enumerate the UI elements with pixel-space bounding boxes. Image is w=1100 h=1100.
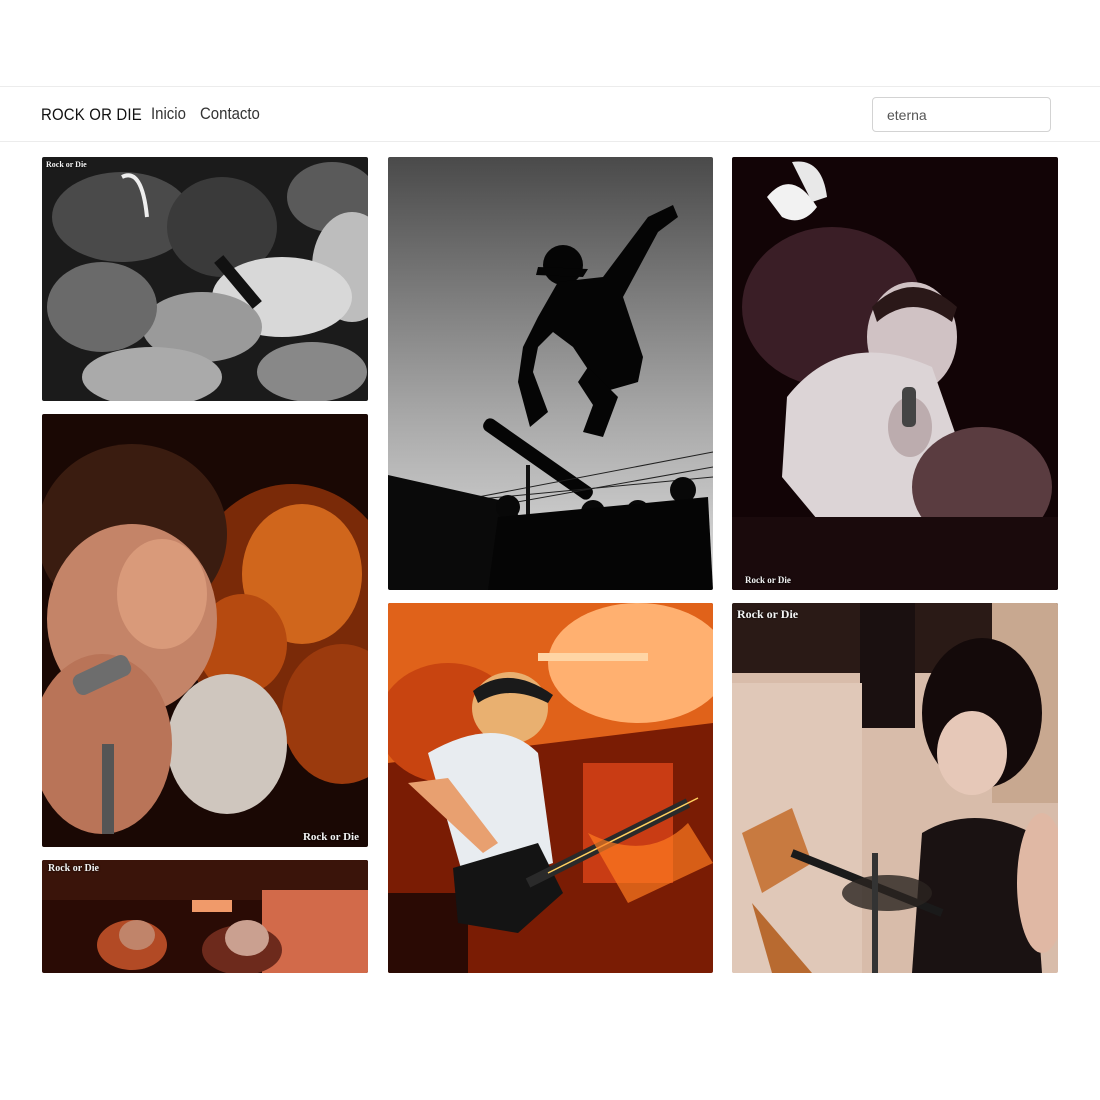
photo-watermark: Rock or Die (48, 863, 99, 874)
crowd-singing-photo[interactable]: Rock or Die (42, 157, 368, 401)
singer-with-microphone-photo[interactable]: Rock or Die (42, 414, 368, 847)
skateboard-jump-photo[interactable] (388, 157, 713, 590)
brand-logo[interactable]: ROCK OR DIE (41, 105, 142, 125)
bassist-playing-photo[interactable] (388, 603, 713, 973)
photo-watermark: Rock or Die (302, 831, 359, 843)
photo-watermark: Rock or Die (745, 575, 791, 585)
singer-screaming-photo[interactable]: APEX Rock or Die (732, 157, 1058, 590)
female-guitarist-photo[interactable]: Rock or Die (732, 603, 1058, 973)
nav-link-contacto[interactable]: Contacto (200, 104, 260, 124)
photo-watermark: Rock or Die (46, 160, 87, 169)
search-input[interactable] (872, 97, 1051, 132)
band-on-stage-photo[interactable]: Rock or Die (42, 860, 368, 973)
nav-link-inicio[interactable]: Inicio (151, 104, 186, 124)
top-navbar: ROCK OR DIE Inicio Contacto (0, 86, 1100, 142)
photo-watermark: Rock or Die (737, 607, 799, 621)
